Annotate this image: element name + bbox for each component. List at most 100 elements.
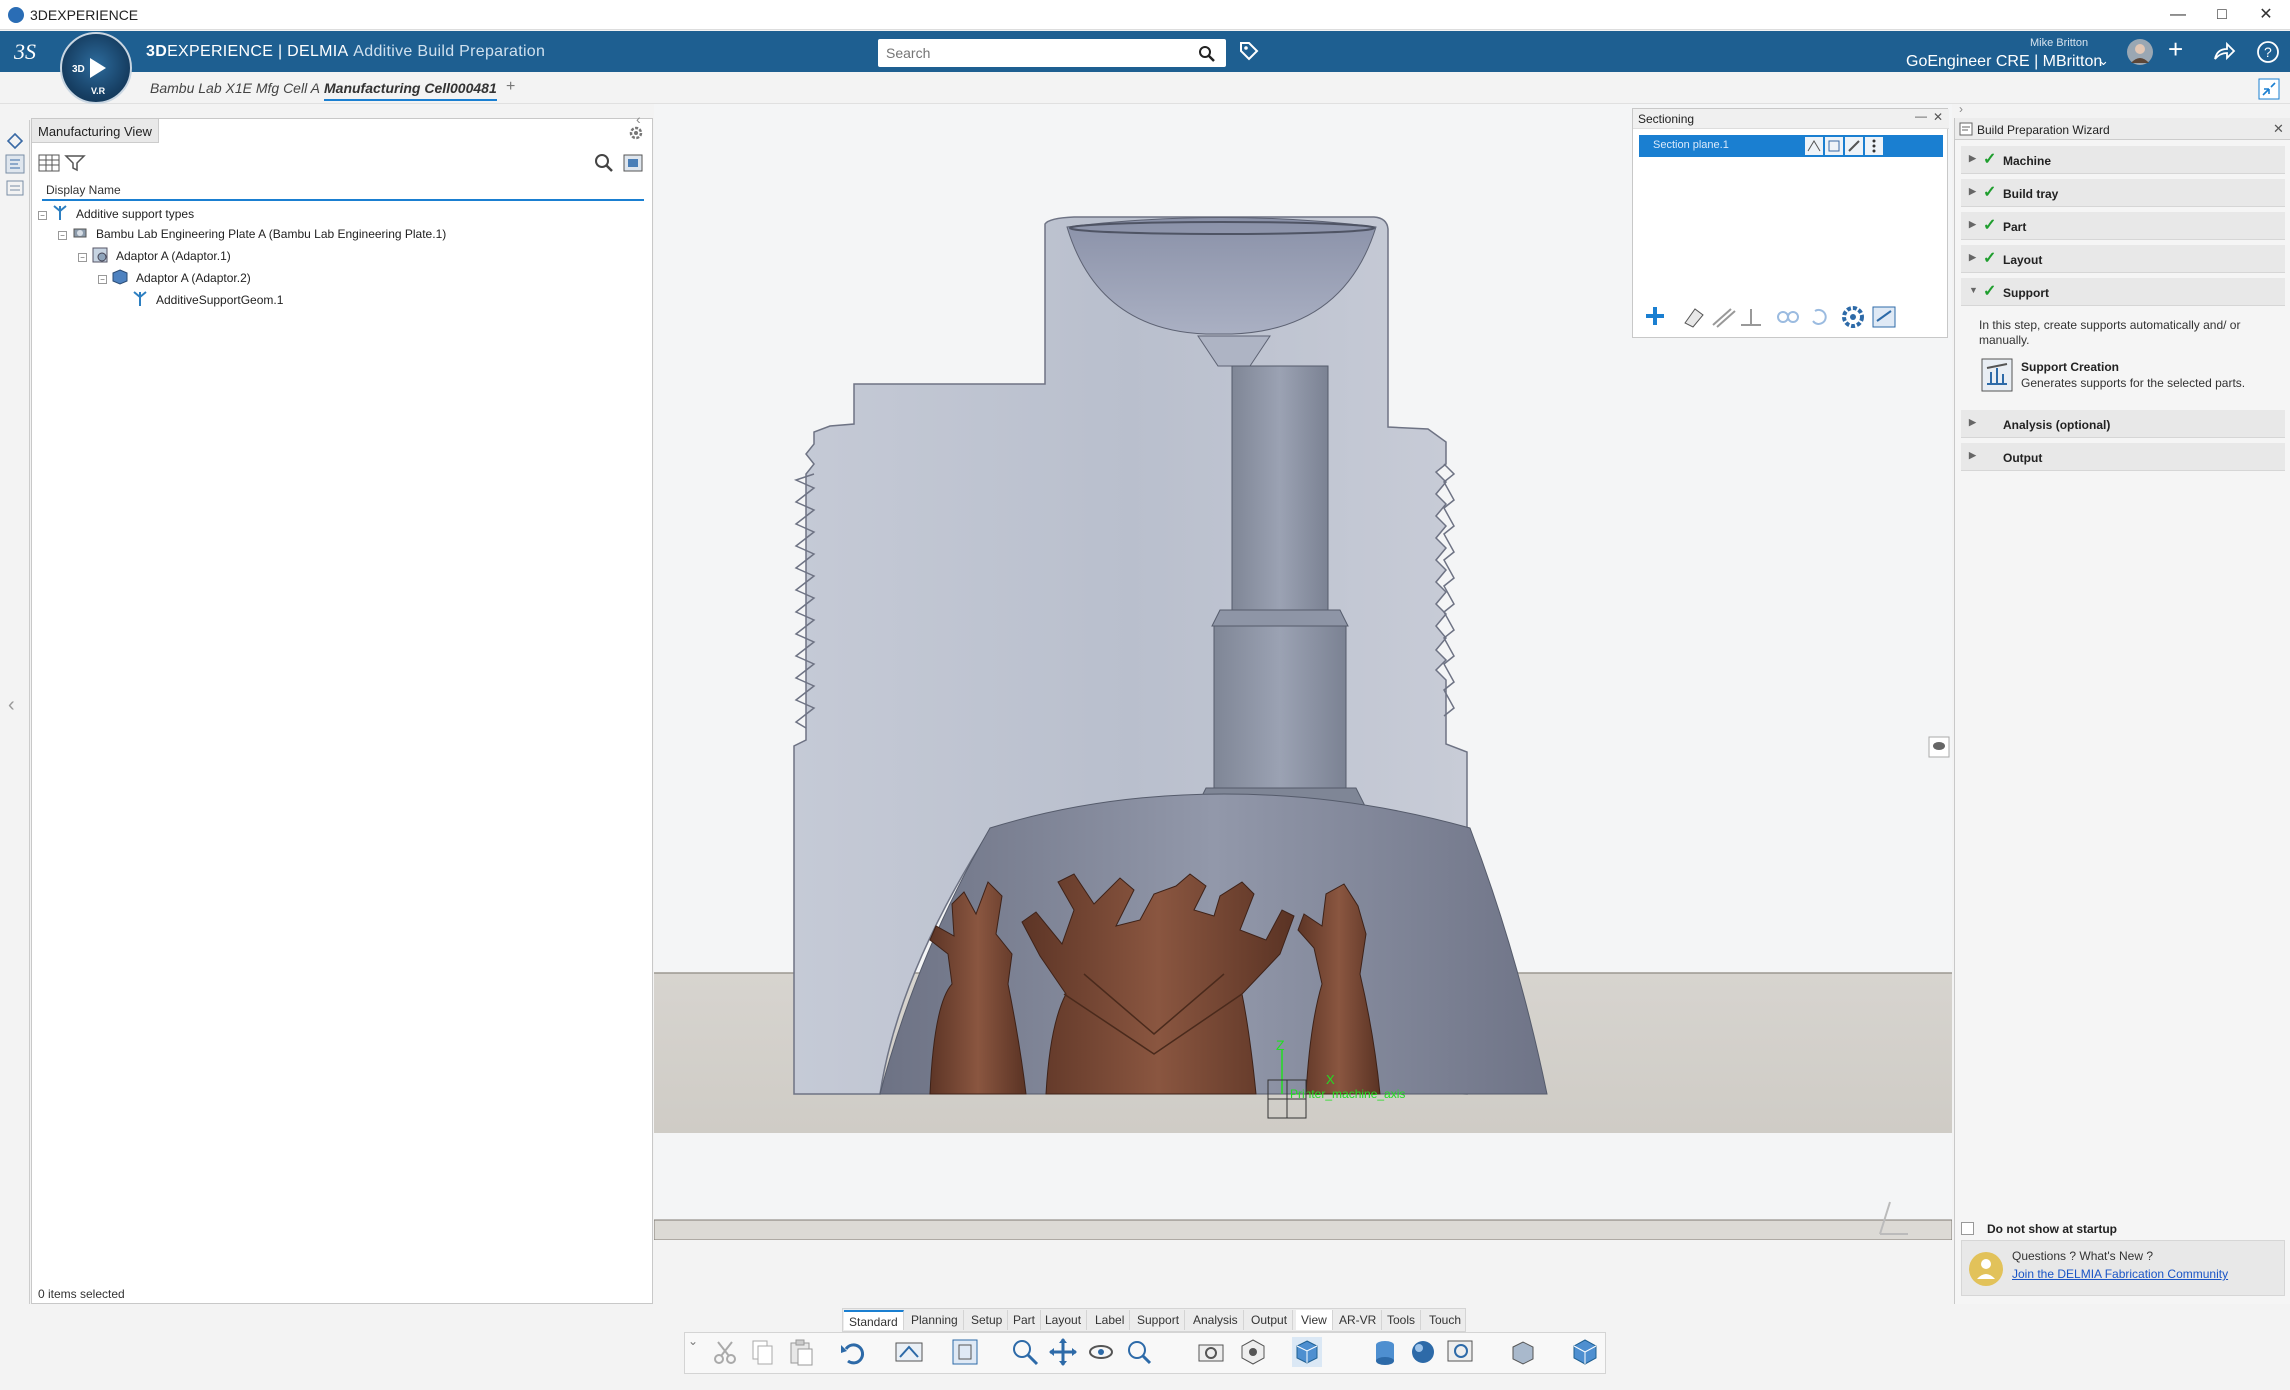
tree-toggle[interactable]: − xyxy=(98,275,107,284)
tree-toggle[interactable]: − xyxy=(78,253,87,262)
search-icon[interactable] xyxy=(1198,45,1216,63)
compass-widget[interactable]: 3D V.R xyxy=(60,32,132,104)
table-view-icon[interactable] xyxy=(38,153,60,173)
comment-icon[interactable] xyxy=(1928,736,1950,758)
user-tenant-menu[interactable]: GoEngineer CRE | MBritton xyxy=(1906,53,2102,71)
tab-ar-vr[interactable]: AR-VR xyxy=(1334,1310,1383,1330)
step-output[interactable]: ▶ Output xyxy=(1961,443,2285,471)
view-mode-icon[interactable] xyxy=(894,1337,924,1367)
close-icon[interactable]: ✕ xyxy=(2248,2,2284,28)
plane-actions[interactable] xyxy=(1805,137,1883,155)
section-plane-label[interactable]: Section plane.1 xyxy=(1653,139,1729,151)
support-creation-icon[interactable] xyxy=(1981,358,2013,392)
tag-icon[interactable] xyxy=(1238,40,1260,62)
tab-touch[interactable]: Touch xyxy=(1424,1310,1466,1330)
toolbar-collapse-icon[interactable]: ⌄ xyxy=(688,1334,698,1348)
support-creation-desc: Generates supports for the selected part… xyxy=(2021,376,2246,390)
share-icon[interactable] xyxy=(2212,41,2236,63)
support-creation-title[interactable]: Support Creation xyxy=(2021,360,2119,374)
tab-bambu-mfg-cell[interactable]: Bambu Lab X1E Mfg Cell A xyxy=(150,80,320,96)
tab-view[interactable]: View xyxy=(1296,1310,1333,1330)
rotate-icon[interactable] xyxy=(1086,1337,1116,1367)
help-icon[interactable]: ? xyxy=(2256,40,2280,64)
tab-output[interactable]: Output xyxy=(1246,1310,1294,1330)
render-style-icon[interactable] xyxy=(1370,1337,1400,1367)
add-icon[interactable]: + xyxy=(2168,34,2183,65)
chevron-down-icon[interactable]: ⌄ xyxy=(2098,53,2109,69)
minimize-icon[interactable]: — xyxy=(1915,109,1927,123)
zoom-icon[interactable] xyxy=(1010,1337,1040,1367)
paste-icon[interactable] xyxy=(786,1337,816,1367)
startup-checkbox[interactable] xyxy=(1961,1222,1974,1235)
gear-icon[interactable] xyxy=(628,125,644,141)
tree-toggle[interactable]: − xyxy=(58,231,67,240)
tree-item-build-plate[interactable]: Bambu Lab Engineering Plate A (Bambu Lab… xyxy=(96,227,446,241)
maximize-icon[interactable]: □ xyxy=(2204,2,2240,28)
filter-tree-icon[interactable] xyxy=(64,153,86,173)
step-build-tray[interactable]: ▶ ✓ Build tray xyxy=(1961,179,2285,207)
tab-analysis[interactable]: Analysis xyxy=(1188,1310,1244,1330)
search-box[interactable] xyxy=(878,39,1226,67)
inspect-icon[interactable] xyxy=(1446,1337,1476,1367)
expand-right-icon[interactable]: › xyxy=(1959,102,1963,116)
layers-icon[interactable] xyxy=(5,178,25,198)
chevron-down-icon: ▼ xyxy=(1969,285,1978,295)
search-input[interactable] xyxy=(878,39,1178,67)
pan-icon[interactable] xyxy=(1048,1337,1078,1367)
expand-left-icon[interactable]: ‹ xyxy=(8,694,15,717)
chevron-right-icon: ▶ xyxy=(1969,417,1976,427)
community-link[interactable]: Join the DELMIA Fabrication Community xyxy=(2012,1267,2228,1281)
iso-view-icon[interactable] xyxy=(1292,1337,1322,1367)
tab-tools[interactable]: Tools xyxy=(1382,1310,1422,1330)
part-display-icon[interactable] xyxy=(1508,1337,1538,1367)
step-part[interactable]: ▶ ✓ Part xyxy=(1961,212,2285,240)
manufacturing-view-panel: Manufacturing View ‹ Display Name − Addi… xyxy=(31,111,653,1304)
compass-tree-icon[interactable] xyxy=(6,132,24,150)
view-cube-icon[interactable] xyxy=(1238,1337,1268,1367)
play-icon xyxy=(90,58,106,78)
step-analysis[interactable]: ▶ Analysis (optional) xyxy=(1961,410,2285,438)
zoom-area-icon[interactable] xyxy=(1124,1337,1154,1367)
shading-icon[interactable] xyxy=(1408,1337,1438,1367)
compass-3d-label: 3D xyxy=(72,64,85,75)
tab-label[interactable]: Label xyxy=(1090,1310,1131,1330)
ds-logo-icon[interactable]: 3S xyxy=(14,39,48,65)
tree-view-icon[interactable] xyxy=(5,154,25,174)
axis-z-label: Z xyxy=(1276,1037,1285,1053)
step-layout[interactable]: ▶ ✓ Layout xyxy=(1961,245,2285,273)
undo-icon[interactable] xyxy=(838,1337,868,1367)
tree-item-support-geom[interactable]: AdditiveSupportGeom.1 xyxy=(156,293,283,307)
minimize-icon[interactable]: — xyxy=(2160,2,2196,28)
tree-item-support-types[interactable]: Additive support types xyxy=(76,207,194,221)
tab-planning[interactable]: Planning xyxy=(906,1310,964,1330)
cut-icon[interactable] xyxy=(710,1337,740,1367)
close-icon[interactable]: ✕ xyxy=(1933,110,1943,124)
tab-standard[interactable]: Standard xyxy=(844,1310,904,1330)
tab-manufacturing-cell[interactable]: Manufacturing Cell000481 xyxy=(324,80,497,101)
capture-icon[interactable] xyxy=(1196,1337,1226,1367)
sectioning-toolbar[interactable] xyxy=(1643,303,1943,331)
section-plane-row[interactable]: Section plane.1 xyxy=(1639,135,1943,157)
tab-part[interactable]: Part xyxy=(1008,1310,1042,1330)
search-icon[interactable] xyxy=(594,153,614,173)
tab-setup[interactable]: Setup xyxy=(966,1310,1009,1330)
3d-part-icon[interactable] xyxy=(1570,1337,1600,1367)
step-machine[interactable]: ▶ ✓ Machine xyxy=(1961,146,2285,174)
tree-item-adaptor-2[interactable]: Adaptor A (Adaptor.2) xyxy=(136,271,251,285)
wizard-icon xyxy=(1959,122,1973,136)
tab-layout[interactable]: Layout xyxy=(1040,1310,1088,1330)
close-icon[interactable]: ✕ xyxy=(2273,121,2284,137)
step-support[interactable]: ▼ ✓ Support xyxy=(1961,278,2285,306)
tree-item-adaptor-1[interactable]: Adaptor A (Adaptor.1) xyxy=(116,249,231,263)
tab-manufacturing-view[interactable]: Manufacturing View xyxy=(32,119,159,143)
collapse-icon[interactable] xyxy=(2258,78,2280,100)
assembly-icon xyxy=(92,247,108,263)
section-view-icon[interactable] xyxy=(950,1337,980,1367)
copy-icon[interactable] xyxy=(748,1337,778,1367)
tab-support[interactable]: Support xyxy=(1132,1310,1186,1330)
tree-toggle[interactable]: − xyxy=(38,211,47,220)
column-header-display-name[interactable]: Display Name xyxy=(42,179,644,201)
panel-options-icon[interactable] xyxy=(622,153,644,173)
add-tab-button[interactable]: + xyxy=(506,78,515,96)
avatar[interactable] xyxy=(2126,38,2154,66)
